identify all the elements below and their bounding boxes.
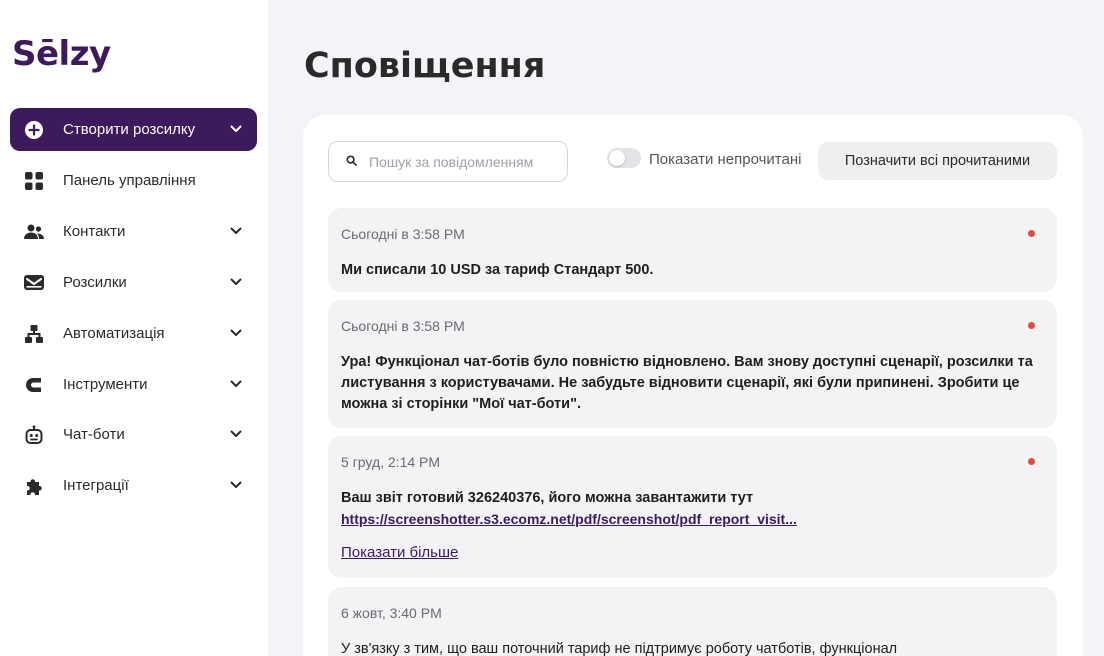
report-link[interactable]: https://screenshotter.s3.ecomz.net/pdf/s… [341,509,1043,530]
show-more-link[interactable]: Показати більше [341,544,458,561]
sidebar-item-chatbots[interactable]: Чат-боти [10,413,257,456]
plus-circle-icon [23,119,45,141]
chatbot-icon [23,424,45,446]
notification-message: У зв'язку з тим, що ваш поточний тариф н… [341,641,898,656]
page-title: Сповіщення [304,46,546,86]
notification-item[interactable]: 6 жовт, 3:40 PM У зв'язку з тим, що ваш … [328,587,1057,656]
sidebar-item-label: Автоматизація [63,325,165,342]
notification-message: Ваш звіт готовий 326240376, його можна з… [341,490,754,506]
mark-all-read-button[interactable]: Позначити всі прочитаними [818,142,1057,180]
unread-toggle[interactable] [607,148,641,168]
sidebar-item-tools[interactable]: Інструменти [10,363,257,406]
search-input[interactable] [369,153,559,170]
sidebar-item-integrations[interactable]: Інтеграції [10,464,257,507]
notification-item[interactable]: 5 груд, 2:14 PM Ваш звіт готовий 3262403… [328,436,1057,578]
chevron-down-icon[interactable] [229,377,243,391]
sidebar-item-automation[interactable]: Автоматизація [10,312,257,355]
notification-message: Ура! Функціонал чат-ботів було повністю … [341,354,1033,412]
sidebar-item-campaigns[interactable]: Розсилки [10,261,257,304]
contacts-icon [23,221,45,243]
chevron-down-icon[interactable] [229,275,243,289]
sidebar-item-label: Панель управління [63,172,196,189]
sidebar-item-label: Інтеграції [63,477,129,494]
notification-message: Ми списали 10 USD за тариф Стандарт 500. [341,262,654,278]
notification-item[interactable]: Сьогодні в 3:58 PM Ми списали 10 USD за … [328,208,1057,292]
notification-date: Сьогодні в 3:58 PM [341,226,465,242]
sidebar-item-contacts[interactable]: Контакти [10,210,257,253]
search-box[interactable] [328,141,568,182]
notification-date: 6 жовт, 3:40 PM [341,605,442,621]
chevron-down-icon[interactable] [229,427,243,441]
sidebar-item-dashboard[interactable]: Панель управління [10,159,257,202]
mail-icon [23,272,45,294]
notification-item[interactable]: Сьогодні в 3:58 PM Ура! Функціонал чат-б… [328,300,1057,428]
sidebar: Sēlzy Створити розсилку Панель управлінн… [0,0,268,656]
notification-date: Сьогодні в 3:58 PM [341,318,465,334]
notification-date: 5 груд, 2:14 PM [341,454,441,470]
chevron-down-icon[interactable] [229,224,243,238]
sidebar-item-label: Контакти [63,223,126,240]
dashboard-grid-icon [23,170,45,192]
sidebar-item-label: Створити розсилку [63,121,196,138]
sidebar-item-create-campaign[interactable]: Створити розсилку [10,108,257,151]
puzzle-icon [23,475,45,497]
search-icon [346,153,357,171]
tools-icon [23,374,45,396]
automation-icon [23,323,45,345]
unread-dot [1028,322,1035,329]
sidebar-item-label: Розсилки [63,274,127,291]
chevron-down-icon[interactable] [229,478,243,492]
sidebar-item-label: Інструменти [63,376,148,393]
unread-dot [1028,458,1035,465]
unread-dot [1028,230,1035,237]
chevron-down-icon[interactable] [229,326,243,340]
toggle-knob [609,150,625,166]
brand-logo[interactable]: Sēlzy [12,34,111,74]
unread-toggle-label[interactable]: Показати непрочитані [649,151,801,168]
sidebar-item-label: Чат-боти [63,426,125,443]
logo-text: Sēlzy [12,34,111,74]
chevron-down-icon[interactable] [229,122,243,136]
